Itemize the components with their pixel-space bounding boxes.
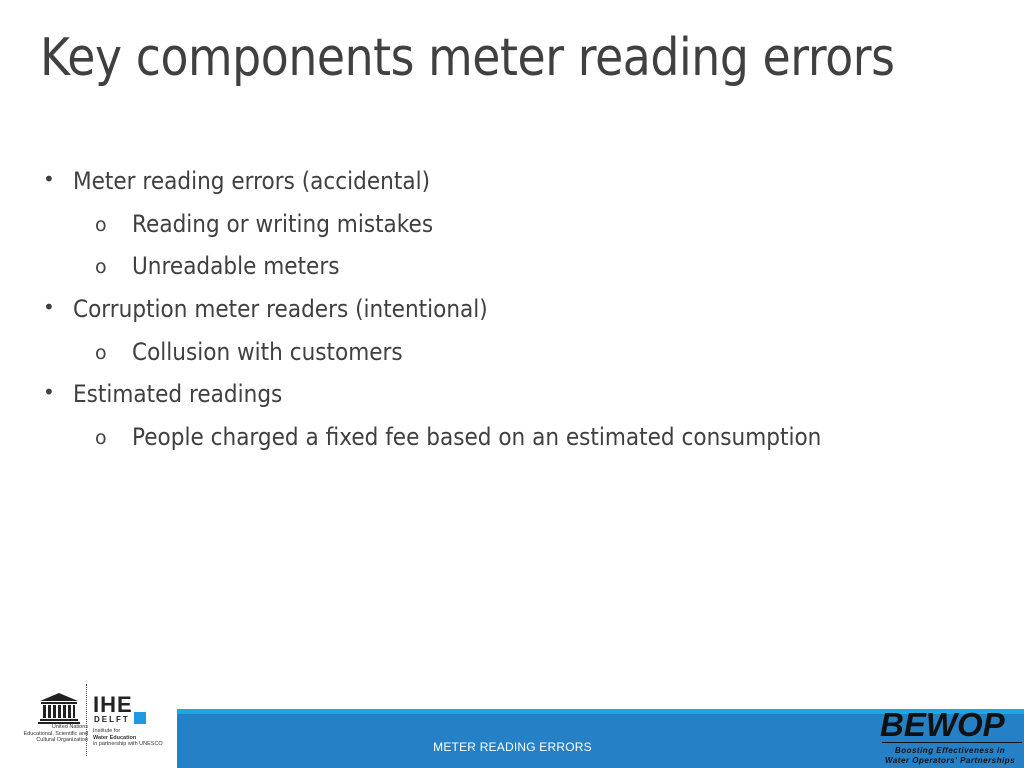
slide-title: Key components meter reading errors	[40, 28, 895, 88]
bullet-text: Estimated readings	[73, 380, 283, 409]
sub-bullet-marker: o	[95, 341, 107, 364]
bullet-item: • Meter reading errors (accidental)	[0, 163, 1000, 206]
bewop-tagline-line: Water Operators' Partnerships	[884, 756, 1016, 765]
bullet-list: • Meter reading errors (accidental) o Re…	[0, 163, 1000, 462]
sub-bullet-text: Unreadable meters	[132, 252, 340, 281]
unesco-caption: United Nations Educational, Scientific a…	[18, 724, 88, 744]
sub-bullet-text: Reading or writing mistakes	[132, 209, 434, 238]
ihe-square-icon	[134, 712, 146, 724]
sub-bullet-text: Collusion with customers	[132, 337, 403, 366]
logo-divider	[86, 684, 87, 756]
bewop-rule	[882, 742, 1022, 743]
footer-title: METER READING ERRORS	[433, 740, 592, 754]
bullet-item: • Corruption meter readers (intentional)	[0, 291, 1000, 334]
delft-wordmark: DELFT	[94, 715, 130, 724]
bewop-tagline-line: Boosting Effectiveness in	[894, 746, 1006, 755]
bullet-item: • Estimated readings	[0, 376, 1000, 419]
sub-bullet-marker: o	[95, 256, 107, 279]
sub-bullet-item: o Reading or writing mistakes	[0, 206, 1000, 249]
sub-bullet-marker: o	[95, 427, 107, 450]
sub-bullet-marker: o	[95, 213, 107, 236]
sub-bullet-item: o Collusion with customers	[0, 334, 1000, 377]
bewop-tagline: Boosting Effectiveness in Water Operator…	[876, 746, 1024, 766]
bullet-marker: •	[43, 380, 55, 405]
bullet-text: Meter reading errors (accidental)	[73, 167, 430, 195]
unesco-temple-icon	[38, 693, 80, 724]
bullet-marker: •	[43, 295, 55, 320]
sub-bullet-item: o Unreadable meters	[0, 248, 1000, 291]
bullet-marker: •	[43, 167, 55, 191]
sub-bullet-text: People charged a fixed fee based on an e…	[132, 423, 822, 452]
bewop-logo: BEWOP Boosting Effectiveness in Water Op…	[876, 706, 1024, 768]
bewop-wordmark: BEWOP	[880, 706, 1005, 743]
unesco-caption-line: Cultural Organization	[36, 737, 88, 743]
sub-bullet-item: o People charged a fixed fee based on an…	[0, 419, 1000, 462]
bullet-text: Corruption meter readers (intentional)	[73, 295, 488, 324]
